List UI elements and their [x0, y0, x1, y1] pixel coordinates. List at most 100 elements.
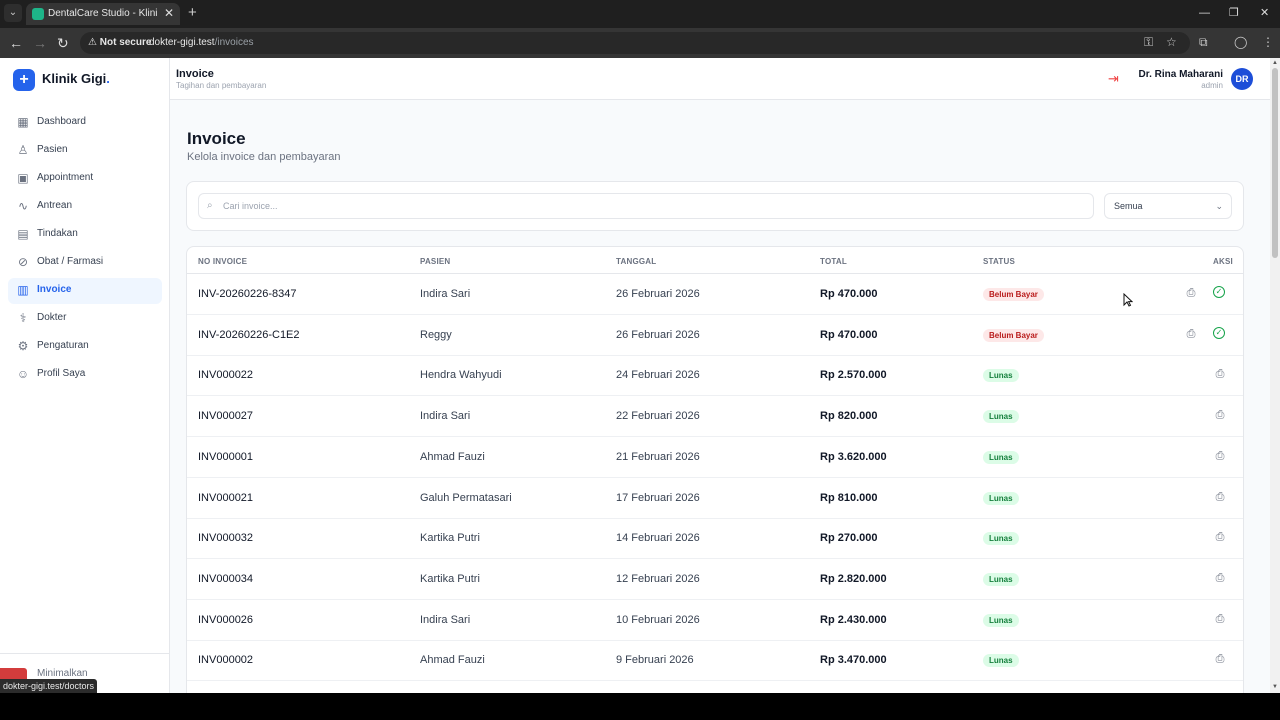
address-bar[interactable]: ⚠ Not secure dokter-gigi.test/invoices ⚿…	[80, 32, 1190, 54]
key-icon[interactable]: ⚿	[1144, 35, 1153, 50]
total-cell: Rp 3.470.000	[820, 654, 887, 667]
table-row[interactable]: INV000022 Hendra Wahyudi 24 Februari 2026 R…	[187, 355, 1243, 397]
date-cell: 22 Februari 2026	[616, 410, 700, 423]
sidebar-item-appointment[interactable]: ▣ Appointment	[8, 166, 162, 192]
print-icon[interactable]: ⎙	[1213, 530, 1227, 544]
total-cell: Rp 3.620.000	[820, 450, 887, 463]
sidebar-item-dokter[interactable]: ⚕ Dokter	[8, 306, 162, 332]
forward-icon[interactable]: →	[33, 35, 47, 51]
patient-cell: Indira Sari	[420, 613, 471, 626]
sidebar-item-antrean[interactable]: ∿ Antrean	[8, 194, 162, 220]
back-icon[interactable]: ←	[9, 35, 23, 51]
sidebar-item-invoice[interactable]: ▥ Invoice	[8, 278, 162, 304]
table-header: NO INVOICE PASIEN TANGGAL TOTAL STATUS A…	[187, 247, 1243, 274]
reload-icon[interactable]: ↻	[57, 35, 69, 51]
date-cell: 12 Februari 2026	[616, 572, 700, 585]
sidebar-item-label: Antrean	[37, 200, 73, 211]
logout-icon[interactable]: ⇥	[1108, 71, 1119, 87]
scroll-up-icon[interactable]: ▲	[1272, 60, 1278, 66]
gear-icon: ⚙	[17, 339, 29, 353]
sidebar-item-dashboard[interactable]: ▦ Dashboard	[8, 110, 162, 136]
search-input[interactable]	[223, 198, 1083, 214]
column-header-date[interactable]: TANGGAL	[616, 257, 656, 266]
date-cell: 24 Februari 2026	[616, 369, 700, 382]
print-icon[interactable]: ⎙	[1213, 408, 1227, 422]
window-restore-icon[interactable]: ❐	[1229, 6, 1239, 20]
print-icon[interactable]: ⎙	[1213, 490, 1227, 504]
logo-icon[interactable]: +	[13, 69, 35, 91]
print-icon[interactable]: ⎙	[1184, 327, 1198, 341]
tab-close-icon[interactable]: ✕	[164, 6, 174, 20]
date-cell: 9 Februari 2026	[616, 654, 694, 667]
table-row[interactable]: INV000002 Ahmad Fauzi 9 Februari 2026 Rp 3.…	[187, 640, 1243, 682]
sidebar-item-label: Profil Saya	[37, 368, 86, 379]
sidebar-item-profil-saya[interactable]: ☺ Profil Saya	[8, 362, 162, 388]
table-row[interactable]: INV000034 Kartika Putri 12 Februari 2026 Rp…	[187, 559, 1243, 600]
date-cell: 26 Februari 2026	[616, 288, 700, 300]
table-row[interactable]: INV-20260226-8347 Indira Sari 26 Februari …	[187, 274, 1243, 315]
sidebar-item-label: Dokter	[37, 312, 67, 323]
sidebar-item-pasien[interactable]: ♙ Pasien	[8, 138, 162, 164]
window-close-icon[interactable]: ✕	[1260, 6, 1269, 20]
column-header-status[interactable]: STATUS	[983, 257, 1015, 266]
brand-dot: .	[106, 71, 110, 86]
sidebar-item-label: Obat / Farmasi	[37, 256, 104, 267]
mark-paid-icon[interactable]: ✓	[1213, 286, 1225, 298]
tab-search-icon[interactable]: ⌄	[4, 4, 22, 22]
new-tab-button[interactable]: +	[188, 5, 197, 21]
status-badge: Belum Bayar	[983, 288, 1044, 301]
table-row[interactable]: INV000032 Kartika Putri 14 Februari 2026 Rp…	[187, 518, 1243, 560]
stethoscope-icon: ⚕	[19, 311, 27, 325]
mouse-cursor-icon	[1123, 293, 1133, 307]
table-row[interactable]: INV000027 Indira Sari 22 Februari 2026 Rp 8…	[187, 396, 1243, 438]
profile-icon[interactable]: ◯	[1234, 35, 1247, 50]
print-icon[interactable]: ⎙	[1213, 571, 1227, 585]
chevron-down-icon: ⌄	[1215, 201, 1223, 211]
patient-cell: Reggy	[420, 328, 452, 341]
scrollbar-thumb[interactable]	[1272, 68, 1278, 258]
mark-paid-icon[interactable]: ✓	[1213, 326, 1225, 339]
status-filter-select[interactable]: Semua ⌄	[1104, 193, 1232, 219]
page-scrollbar[interactable]: ▲ ▼	[1270, 58, 1280, 693]
star-icon[interactable]: ☆	[1166, 35, 1177, 50]
table-row[interactable]: INV000001 Ahmad Fauzi 21 Februari 2026 Rp 3…	[187, 437, 1243, 478]
column-header-invoice[interactable]: NO INVOICE	[198, 257, 247, 266]
print-icon[interactable]: ⎙	[1213, 612, 1227, 626]
print-icon[interactable]: ⎙	[1213, 652, 1227, 666]
print-icon[interactable]: ⎙	[1184, 286, 1198, 300]
status-badge: Belum Bayar	[983, 328, 1044, 342]
browser-tab-bar: ⌄ DentalCare Studio - Klinik Gigi ✕ + — …	[0, 0, 1280, 28]
minimize-sidebar-button[interactable]: Minimalkan	[37, 668, 88, 679]
brand-name[interactable]: Klinik Gigi.	[42, 71, 110, 86]
sidebar-item-pengaturan[interactable]: ⚙ Pengaturan	[8, 334, 162, 360]
date-cell: 21 Februari 2026	[616, 450, 700, 463]
browser-tab[interactable]: DentalCare Studio - Klinik Gigi ✕	[26, 3, 180, 25]
column-header-patient[interactable]: PASIEN	[420, 257, 450, 266]
date-cell: 17 Februari 2026	[616, 491, 700, 504]
sidebar-item-obat-farmasi[interactable]: ⊘ Obat / Farmasi	[8, 250, 162, 276]
table-row[interactable]: INV-20260226-C1E2 Reggy 26 Februari 2026 Rp…	[187, 315, 1243, 356]
print-icon[interactable]: ⎙	[1213, 449, 1227, 463]
scroll-down-icon[interactable]: ▼	[1272, 684, 1278, 690]
clipboard-icon: ▤	[17, 227, 29, 241]
sidebar-item-label: Pasien	[37, 144, 68, 155]
window-minimize-icon[interactable]: —	[1199, 6, 1210, 20]
total-cell: Rp 470.000	[820, 328, 878, 341]
menu-icon[interactable]: ⋮	[1262, 35, 1274, 50]
avatar[interactable]: DR	[1231, 68, 1253, 90]
status-badge: Lunas	[983, 491, 1019, 505]
taskbar-strip	[0, 693, 1280, 720]
not-secure-indicator[interactable]: ⚠ Not secure	[88, 37, 151, 48]
search-box[interactable]: ⌕	[198, 193, 1094, 219]
url-text[interactable]: dokter-gigi.test/invoices	[149, 37, 254, 48]
user-name: Dr. Rina Maharani	[1138, 69, 1223, 80]
sidebar: + Klinik Gigi. ▦ Dashboard ♙ Pasien ▣ Appoint…	[0, 58, 170, 693]
top-header: Invoice Tagihan dan pembayaran ⇥ Dr. Rin…	[170, 58, 1270, 100]
table-row[interactable]: INV000021 Galuh Permatasari 17 Februari 20…	[187, 478, 1243, 519]
extensions-icon[interactable]: ⧉	[1199, 35, 1208, 50]
column-header-total[interactable]: TOTAL	[820, 257, 847, 266]
status-badge: Lunas	[983, 450, 1019, 464]
table-row[interactable]: INV000026 Indira Sari 10 Februari 2026 Rp 2…	[187, 600, 1243, 641]
print-icon[interactable]: ⎙	[1213, 367, 1227, 381]
sidebar-item-tindakan[interactable]: ▤ Tindakan	[8, 222, 162, 248]
